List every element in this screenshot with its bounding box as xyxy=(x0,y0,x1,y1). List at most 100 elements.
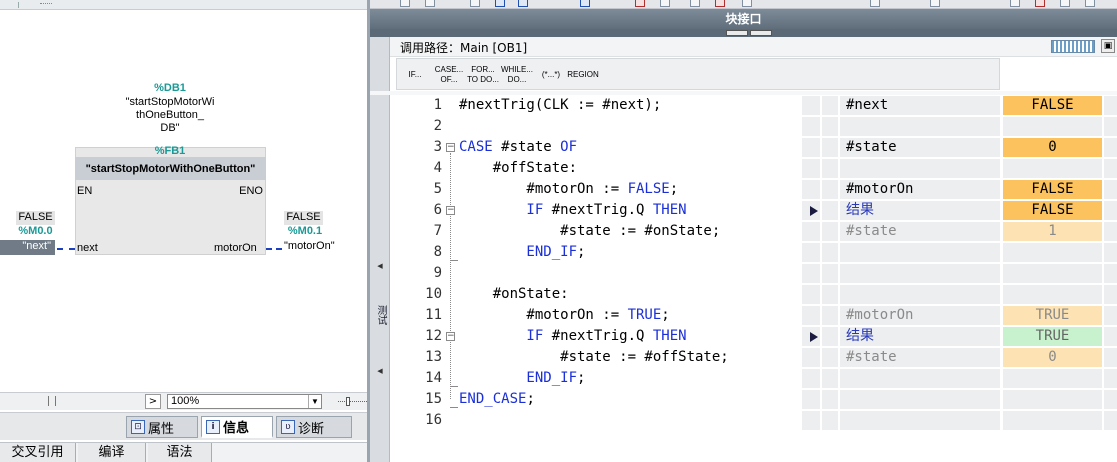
monitor-gutter-2 xyxy=(822,369,838,388)
output-pin-motoron[interactable]: motorOn xyxy=(214,242,257,254)
toolbar-icon-1[interactable] xyxy=(400,0,410,7)
result-arrow-icon[interactable] xyxy=(810,332,818,342)
snippet-if[interactable]: IF... xyxy=(399,62,431,88)
code-line-6[interactable]: IF #nextTrig.Q THEN xyxy=(459,202,686,218)
collapse-left-arrow-icon[interactable]: ◀ xyxy=(375,262,385,270)
code-line-12[interactable]: IF #nextTrig.Q THEN xyxy=(459,328,686,344)
collapse-handle-icon[interactable] xyxy=(726,30,748,36)
code-line-14[interactable]: END_IF; xyxy=(459,370,585,386)
snippet-case[interactable]: CASE... OF... xyxy=(433,62,465,88)
horizontal-scrollbar-grip[interactable] xyxy=(48,396,56,406)
toolbar-icon-6[interactable] xyxy=(580,0,590,7)
monitor-gutter-3 xyxy=(1104,243,1117,262)
instance-db-name: "startStopMotorWi thOneButton_ DB" xyxy=(125,96,215,134)
monitor-gutter-3 xyxy=(1104,306,1117,325)
toolbar-icon-7[interactable] xyxy=(635,0,645,7)
tab-cross-reference[interactable]: 交叉引用 xyxy=(0,443,76,462)
toolbar-icon-3[interactable] xyxy=(470,0,480,7)
code-line-10[interactable]: #onState: xyxy=(459,286,569,302)
properties-icon: ⊡ xyxy=(131,420,145,434)
toolbar-icon-16[interactable] xyxy=(1060,0,1070,7)
tab-info[interactable]: i 信息 xyxy=(201,416,273,438)
toolbar-icon-2[interactable] xyxy=(425,0,435,7)
callpath-options-icon[interactable]: ▣ xyxy=(1101,39,1115,53)
zoom-slider[interactable] xyxy=(338,397,367,406)
toolbar-icon-11[interactable] xyxy=(742,0,752,7)
tab-diagnostics[interactable]: ʋ 诊断 xyxy=(276,416,352,438)
monitor-gutter-2 xyxy=(822,306,838,325)
output-operand-tag[interactable]: "motorOn" xyxy=(284,240,335,252)
tab-properties[interactable]: ⊡ 属性 xyxy=(126,416,198,438)
toolbar-icon-17[interactable] xyxy=(1085,0,1095,7)
fold-toggle-icon[interactable]: − xyxy=(446,332,455,341)
zoom-select[interactable]: 100% ▼ xyxy=(167,394,322,409)
code-line-4[interactable]: #offState: xyxy=(459,160,577,176)
toolbar-icon-5[interactable] xyxy=(518,0,528,7)
toolbar-icon-13[interactable] xyxy=(930,0,940,7)
code-line-8[interactable]: END_IF; xyxy=(459,244,585,260)
code-line-15[interactable]: END_CASE; xyxy=(459,391,535,407)
toolbar-icon-10[interactable] xyxy=(715,0,725,7)
line-number: 7 xyxy=(433,223,442,239)
monitor-gutter xyxy=(802,369,820,388)
scroll-right-arrow-icon[interactable]: > xyxy=(145,394,161,409)
monitor-row: #motorOn TRUE xyxy=(800,305,1117,326)
monitor-row xyxy=(800,158,1117,179)
input-monitor-value: FALSE xyxy=(16,211,55,225)
toolbar-icon-12[interactable] xyxy=(870,0,880,7)
block-interface-title[interactable]: 块接口 xyxy=(370,9,1117,29)
expand-handle-icon[interactable] xyxy=(750,30,772,36)
monitor-row xyxy=(800,284,1117,305)
toolbar-icon-15[interactable] xyxy=(1035,0,1045,7)
monitor-value xyxy=(1003,369,1102,388)
snippet-region[interactable]: REGION xyxy=(567,62,599,88)
fold-toggle-icon[interactable]: − xyxy=(446,143,455,152)
expand-right-arrow-icon[interactable]: ◀ xyxy=(375,367,385,375)
lad-status-bar: > 100% ▼ xyxy=(0,392,367,410)
result-arrow-icon[interactable] xyxy=(810,206,818,216)
line-number: 11 xyxy=(425,307,442,323)
monitor-value: 0 xyxy=(1003,348,1102,367)
monitor-row xyxy=(800,116,1117,137)
fold-toggle-icon[interactable]: − xyxy=(446,206,455,215)
monitor-value xyxy=(1003,264,1102,283)
code-line-3[interactable]: CASE #state OF xyxy=(459,139,577,155)
toolbar-icon-4[interactable] xyxy=(495,0,505,7)
block-interface-collapse-bar[interactable] xyxy=(370,29,1117,37)
chevron-down-icon[interactable]: ▼ xyxy=(308,395,321,408)
tab-syntax[interactable]: 语法 xyxy=(148,443,212,462)
editor-toolbar xyxy=(370,0,1117,9)
en-pin-label: EN xyxy=(77,185,93,197)
monitor-operand xyxy=(840,264,1000,283)
function-block-title[interactable]: "startStopMotorWithOneButton" xyxy=(75,157,266,180)
tab-compile[interactable]: 编译 xyxy=(78,443,146,462)
line-number: 1 xyxy=(433,97,442,113)
scl-code-editor[interactable]: 1 2 3 4 5 6 7 8 9 10 11 12 13 14 15 16 −… xyxy=(396,95,800,462)
zoom-slider-knob[interactable] xyxy=(346,397,350,406)
code-line-7[interactable]: #state := #onState; xyxy=(459,223,720,239)
monitor-operand xyxy=(840,117,1000,136)
monitor-status-icon[interactable] xyxy=(1051,40,1095,53)
snippet-while[interactable]: WHILE... DO... xyxy=(501,62,533,88)
monitor-value: FALSE xyxy=(1003,180,1102,199)
code-line-1[interactable]: #nextTrig(CLK := #next); xyxy=(459,97,661,113)
toolbar-icon-14[interactable] xyxy=(1010,0,1020,7)
call-path-bar: 调用路径：Main [OB1] ▣ xyxy=(390,37,1117,57)
toolbar-icon-9[interactable] xyxy=(690,0,700,7)
monitor-gutter-3 xyxy=(1104,285,1117,304)
side-task-label[interactable]: 测试 xyxy=(372,305,388,325)
input-pin-next[interactable]: next xyxy=(77,242,98,254)
line-number: 3 xyxy=(433,139,442,155)
monitor-gutter xyxy=(802,306,820,325)
monitor-operand: #state xyxy=(840,222,1000,241)
monitor-gutter-3 xyxy=(1104,264,1117,283)
code-line-11[interactable]: #motorOn := TRUE; xyxy=(459,307,669,323)
monitor-values-pane: #next FALSE #state 0 #motorOn FALSE 结果 FALSE #st… xyxy=(800,95,1117,435)
input-operand-tag[interactable]: "next" xyxy=(0,240,55,255)
toolbar-icon-8[interactable] xyxy=(660,0,670,7)
monitor-gutter xyxy=(802,348,820,367)
code-line-5[interactable]: #motorOn := FALSE; xyxy=(459,181,678,197)
code-line-13[interactable]: #state := #offState; xyxy=(459,349,729,365)
snippet-for[interactable]: FOR... TO DO... xyxy=(467,62,499,88)
snippet-comment[interactable]: (*...*) xyxy=(535,62,567,88)
